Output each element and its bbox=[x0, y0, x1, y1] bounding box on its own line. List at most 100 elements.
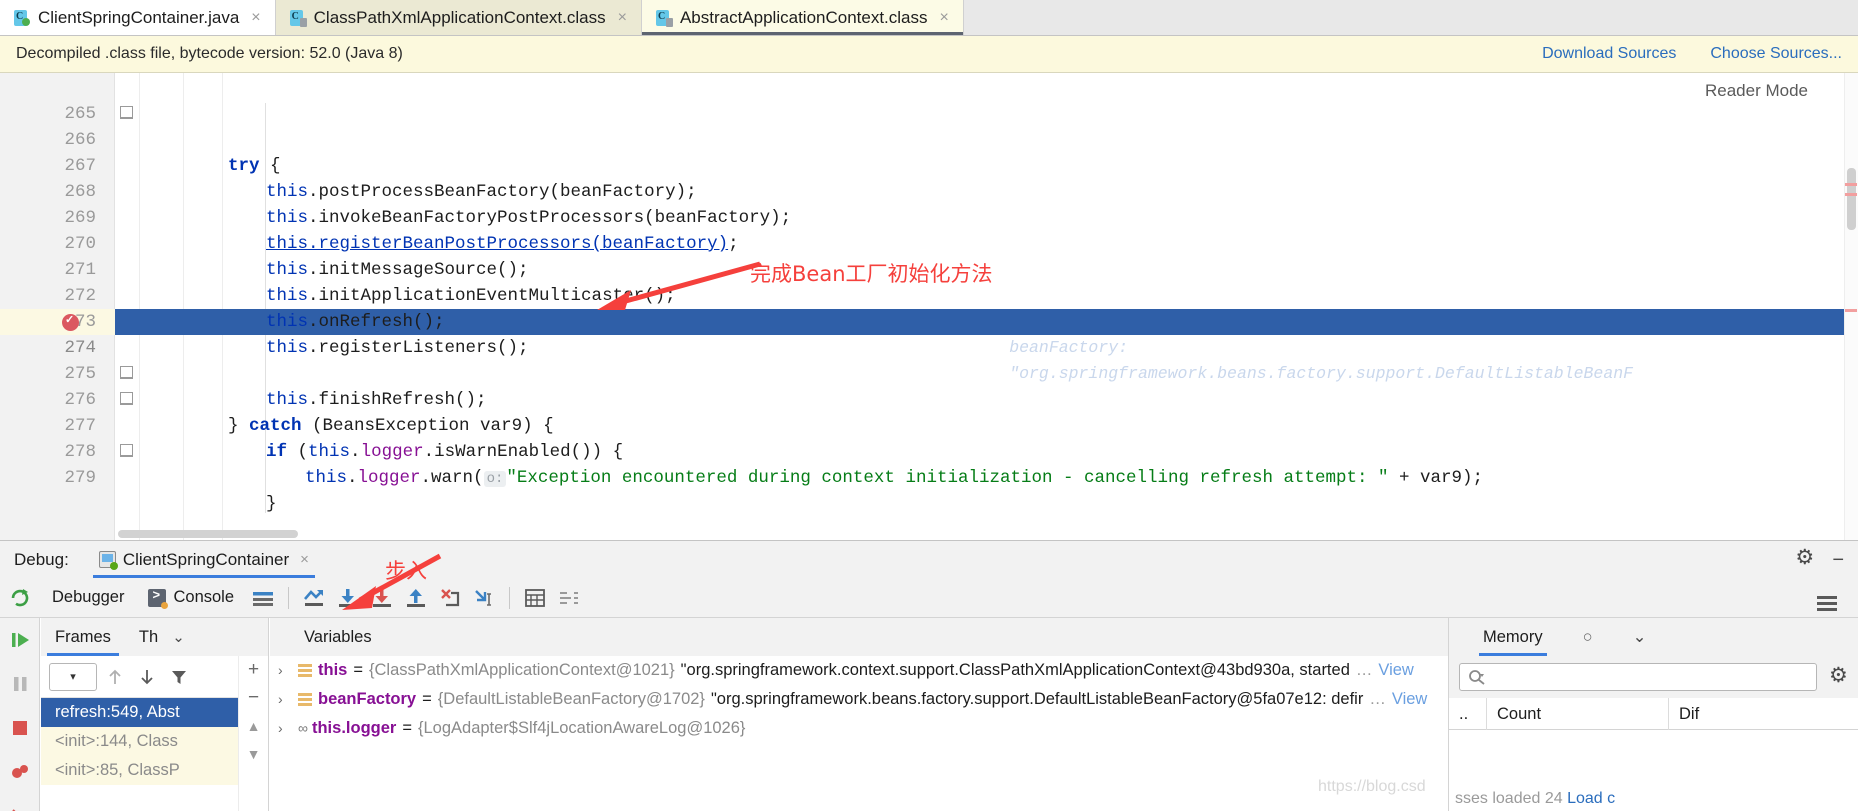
sort-values-icon[interactable] bbox=[552, 583, 586, 613]
scroll-down-button[interactable]: ▼ bbox=[247, 746, 261, 762]
variable-row-this[interactable]: › this = {ClassPathXmlApplicationContext… bbox=[270, 656, 1448, 685]
chevron-right-icon[interactable]: › bbox=[278, 685, 292, 714]
gear-icon[interactable] bbox=[1795, 545, 1814, 570]
close-icon[interactable]: × bbox=[300, 551, 309, 568]
chevron-right-icon[interactable]: › bbox=[278, 714, 292, 743]
view-value-link[interactable]: View bbox=[1392, 685, 1427, 714]
close-icon[interactable]: × bbox=[251, 9, 260, 26]
code-line-270[interactable]: 270 this.initMessageSource(); bbox=[0, 205, 1858, 280]
editor-horizontal-scrollbar[interactable] bbox=[118, 530, 298, 538]
pause-program-icon[interactable] bbox=[0, 662, 40, 706]
tab-frames[interactable]: Frames bbox=[41, 618, 125, 656]
debug-settings-icon[interactable] bbox=[1810, 588, 1844, 618]
arrow-up-icon[interactable] bbox=[101, 663, 129, 691]
memory-circle-icon[interactable]: ○ bbox=[1583, 618, 1593, 656]
resume-program-icon[interactable] bbox=[0, 618, 40, 662]
debug-session-tab[interactable]: ClientSpringContainer × bbox=[92, 541, 316, 578]
step-over-icon[interactable] bbox=[331, 583, 365, 613]
frames-toolbar[interactable]: ▾ bbox=[41, 656, 268, 698]
fold-marker-icon[interactable] bbox=[120, 444, 133, 457]
choose-sources-link[interactable]: Choose Sources... bbox=[1710, 45, 1842, 63]
code-line-275[interactable]: 275 this.finishRefresh(); bbox=[0, 335, 1858, 410]
code-line-269[interactable]: 269 this.registerBeanPostProcessors(bean… bbox=[0, 179, 1858, 254]
variables-panel-tabs[interactable]: Variables bbox=[270, 618, 1448, 656]
tab-console[interactable]: Console bbox=[136, 587, 246, 609]
tab-memory[interactable]: Memory bbox=[1479, 618, 1547, 656]
code-line-278[interactable]: 278 this.logger.warn(o: "Exception encoun… bbox=[0, 413, 1858, 488]
close-icon[interactable]: × bbox=[940, 9, 949, 26]
memory-search-input[interactable] bbox=[1459, 663, 1817, 691]
error-stripe-marker[interactable] bbox=[1845, 309, 1857, 312]
tab-debugger[interactable]: Debugger bbox=[40, 588, 136, 607]
code-line-279[interactable]: 279 } bbox=[0, 439, 1858, 514]
filter-icon[interactable] bbox=[165, 663, 193, 691]
column-header-count[interactable]: Count bbox=[1487, 697, 1669, 730]
editor-tab-label: AbstractApplicationContext.class bbox=[679, 7, 928, 27]
memory-search-row[interactable] bbox=[1449, 656, 1858, 698]
evaluate-expression-icon[interactable] bbox=[518, 583, 552, 613]
editor-tab-client-spring-container[interactable]: C ClientSpringContainer.java × bbox=[0, 0, 276, 35]
editor-tab-classpathxmlapplicationcontext[interactable]: C ClassPathXmlApplicationContext.class × bbox=[275, 0, 642, 35]
code-line-276[interactable]: 276 } catch (BeansException var9) { bbox=[0, 361, 1858, 436]
thread-selector-dropdown[interactable]: ▾ bbox=[49, 662, 97, 691]
gear-icon[interactable] bbox=[1829, 663, 1848, 688]
run-to-cursor-icon[interactable] bbox=[467, 583, 501, 613]
view-breakpoints-icon[interactable] bbox=[0, 750, 40, 794]
code-line-274[interactable]: 274 this.finishBeanFactoryInitialization… bbox=[0, 309, 1858, 384]
code-editor[interactable]: 265 266 try { 267 this.postProcessBeanFa… bbox=[0, 73, 1858, 540]
show-execution-point-icon[interactable] bbox=[297, 583, 331, 613]
scroll-up-button[interactable]: ▲ bbox=[247, 718, 261, 734]
code-line-268[interactable]: 268 this.invokeBeanFactoryPostProcessors… bbox=[0, 153, 1858, 228]
editor-vertical-scrollbar[interactable] bbox=[1844, 73, 1858, 540]
breakpoint-icon[interactable] bbox=[62, 313, 79, 331]
reader-mode-label[interactable]: Reader Mode bbox=[1705, 81, 1808, 101]
frame-item-refresh[interactable]: refresh:549, Abst bbox=[41, 698, 268, 727]
memory-panel-tabs[interactable]: Memory ○ ⌄ bbox=[1449, 618, 1858, 656]
add-watch-button[interactable]: + bbox=[248, 660, 259, 679]
frame-item-init-144[interactable]: <init>:144, Class bbox=[41, 727, 268, 756]
layout-settings-icon[interactable] bbox=[246, 583, 280, 613]
view-value-link[interactable]: View bbox=[1378, 656, 1413, 685]
stop-icon[interactable] bbox=[0, 706, 40, 750]
chevron-down-icon[interactable]: ⌄ bbox=[1633, 618, 1647, 656]
variable-row-logger[interactable]: › ∞ this.logger = {LogAdapter$Slf4jLocat… bbox=[270, 714, 1448, 743]
remove-watch-button[interactable]: − bbox=[248, 688, 259, 707]
column-header-name[interactable]: .. bbox=[1449, 697, 1487, 730]
frames-panel-tabs[interactable]: Frames Th ⌄ bbox=[41, 618, 268, 656]
code-line-266[interactable]: 266 try { bbox=[0, 101, 1858, 176]
download-sources-link[interactable]: Download Sources bbox=[1542, 45, 1676, 63]
value-ellipsis: … bbox=[1369, 690, 1386, 708]
arrow-down-icon[interactable] bbox=[133, 663, 161, 691]
mute-breakpoints-icon[interactable] bbox=[0, 794, 40, 811]
object-field-icon bbox=[298, 663, 312, 678]
fold-marker-icon[interactable] bbox=[120, 106, 133, 119]
frames-side-controls[interactable]: + − ▲ ▼ bbox=[238, 656, 268, 811]
editor-tab-abstractapplicationcontext[interactable]: C AbstractApplicationContext.class × bbox=[641, 0, 964, 35]
code-line-267[interactable]: 267 this.postProcessBeanFactory(beanFact… bbox=[0, 127, 1858, 202]
error-stripe-marker[interactable] bbox=[1845, 193, 1857, 196]
step-out-icon[interactable] bbox=[399, 583, 433, 613]
load-classes-button[interactable]: Load c bbox=[1567, 790, 1615, 807]
debug-toolbar[interactable]: Debugger Console bbox=[0, 578, 1858, 618]
code-line-265[interactable]: 265 bbox=[0, 75, 1858, 124]
hide-panel-icon[interactable]: − bbox=[1832, 550, 1844, 570]
scrollbar-thumb[interactable] bbox=[1847, 168, 1856, 230]
variable-row-beanfactory[interactable]: › beanFactory = {DefaultListableBeanFact… bbox=[270, 685, 1448, 714]
error-stripe-marker[interactable] bbox=[1845, 183, 1857, 186]
frame-item-init-85[interactable]: <init>:85, ClassP bbox=[41, 756, 268, 785]
close-icon[interactable]: × bbox=[618, 9, 627, 26]
fold-marker-icon[interactable] bbox=[120, 366, 133, 379]
debug-side-toolbar[interactable] bbox=[0, 618, 40, 811]
tab-threads[interactable]: Th bbox=[125, 618, 172, 656]
code-line-277[interactable]: 277 if (this.logger.isWarnEnabled()) { bbox=[0, 387, 1858, 462]
step-into-icon[interactable] bbox=[365, 583, 399, 613]
drop-frame-icon[interactable] bbox=[433, 583, 467, 613]
chevron-right-icon[interactable]: › bbox=[278, 656, 292, 685]
chevron-down-icon[interactable]: ⌄ bbox=[172, 628, 185, 646]
fold-marker-icon[interactable] bbox=[120, 392, 133, 405]
rerun-icon[interactable] bbox=[0, 587, 40, 609]
variable-type: {LogAdapter$Slf4jLocationAwareLog@1026} bbox=[417, 719, 746, 737]
code-line-271[interactable]: 271 this.initApplicationEventMulticaster… bbox=[0, 231, 1858, 306]
tab-variables[interactable]: Variables bbox=[290, 618, 386, 656]
column-header-diff[interactable]: Dif bbox=[1669, 698, 1709, 730]
